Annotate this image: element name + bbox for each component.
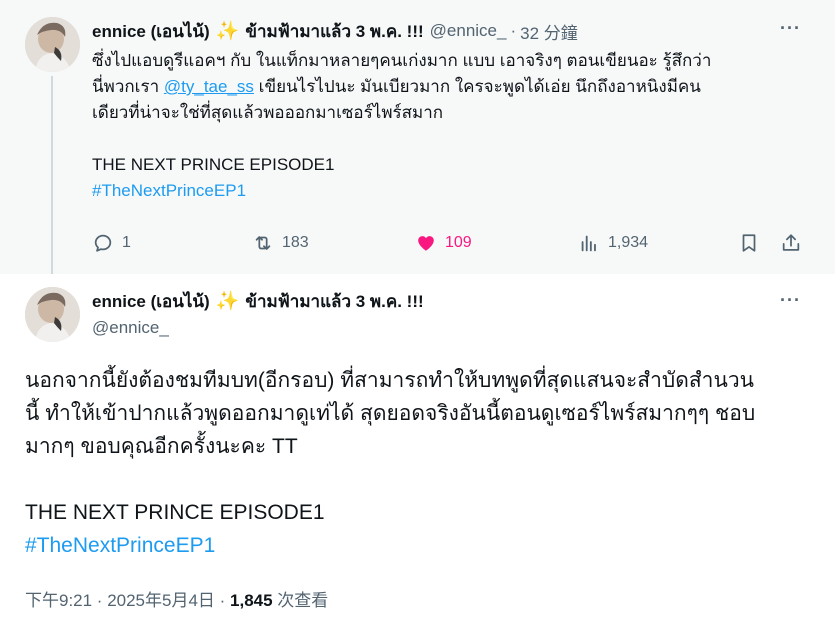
like-button[interactable]: 109	[415, 228, 472, 258]
text-fragment: นี่พวกเรา	[92, 77, 160, 96]
views-label: 次查看	[272, 591, 329, 610]
author-handle[interactable]: @ennice_	[92, 318, 169, 338]
repost-button[interactable]: 183	[252, 228, 309, 258]
action-bar: 1 183 109 1,934	[92, 228, 804, 258]
views-button[interactable]: 1,934	[578, 228, 648, 258]
separator-dot: ·	[510, 21, 517, 40]
share-icon	[782, 234, 800, 251]
tweet-text: นอกจากนี้ยังต้องชมทีมบท(อีกรอบ) ที่สามาร…	[25, 364, 815, 562]
views-icon	[581, 235, 596, 252]
bookmark-button[interactable]	[738, 228, 760, 258]
more-icon[interactable]: ···	[780, 290, 801, 311]
tweet-header: ennice (เอนไน้) ✨ ข้ามฟ้ามาแล้ว 3 พ.ค. !…	[92, 18, 578, 44]
parent-tweet[interactable]: ennice (เอนไน้) ✨ ข้ามฟ้ามาแล้ว 3 พ.ค. !…	[0, 0, 835, 274]
text-line: มากๆ ขอบคุณอีกครั้งนะคะ TT	[25, 435, 298, 458]
text-line: นอกจากนี้ยังต้องชมทีมบท(อีกรอบ) ที่สามาร…	[25, 369, 754, 392]
title-line: THE NEXT PRINCE EPISODE1	[92, 155, 335, 174]
sparkle-icon: ✨	[215, 291, 240, 312]
title-line: THE NEXT PRINCE EPISODE1	[25, 501, 325, 524]
text-fragment: เขียนไรไปนะ มันเบียวมาก ใครจะพูดได้เอ่ย …	[258, 77, 701, 96]
avatar[interactable]	[25, 17, 80, 72]
views-count: 1,845	[230, 591, 273, 610]
avatar-image	[25, 287, 80, 342]
tweet-header: ennice (เอนไน้) ✨ ข้ามฟ้ามาแล้ว 3 พ.ค. !…	[92, 288, 424, 314]
views-count: 1,934	[608, 234, 649, 251]
text-line: เดียวที่น่าจะใช่ที่สุดแล้วพอออกมาเซอร์ไพ…	[92, 103, 444, 122]
repost-icon	[255, 236, 271, 250]
author-name-suffix[interactable]: ข้ามฟ้ามาแล้ว 3 พ.ค. !!!	[245, 288, 423, 315]
hashtag-link[interactable]: #TheNextPrinceEP1	[25, 529, 815, 562]
like-icon	[418, 236, 434, 251]
like-count: 109	[445, 234, 472, 251]
reply-button[interactable]: 1	[92, 228, 131, 258]
tweet-text: ซึ่งไปแอบดูรีแอคฯ กับ ในแท็กมาหลายๆคนเก่…	[92, 48, 812, 204]
repost-count: 183	[282, 234, 309, 251]
bookmark-icon	[742, 234, 756, 252]
mention-link[interactable]: @ty_tae_ss	[164, 77, 254, 96]
avatar[interactable]	[25, 287, 80, 342]
tweet-time[interactable]: 32 分鐘	[520, 19, 578, 44]
avatar-image	[25, 17, 80, 72]
text-line: นี่พวกเรา @ty_tae_ss เขียนไรไปนะ มันเบีย…	[92, 74, 812, 100]
text-line: ซึ่งไปแอบดูรีแอคฯ กับ ในแท็กมาหลายๆคนเก่…	[92, 51, 712, 70]
tweet-meta: 下午9:21 · 2025年5月4日 · 1,845 次查看	[25, 586, 328, 611]
reply-count: 1	[122, 234, 131, 251]
sparkle-icon: ✨	[215, 21, 240, 42]
hashtag-link[interactable]: #TheNextPrinceEP1	[92, 178, 812, 204]
thread-connector	[51, 76, 53, 274]
tweet-timestamp[interactable]: 下午9:21 · 2025年5月4日 ·	[25, 591, 230, 610]
author-name[interactable]: ennice (เอนไน้)	[92, 288, 210, 315]
reply-icon	[94, 234, 112, 252]
text-line: นี้ ทำให้เข้าปากแล้วพูดออกมาดูเท่ได้ สุด…	[25, 402, 756, 425]
more-icon[interactable]: ···	[780, 18, 801, 39]
author-name[interactable]: ennice (เอนไน้)	[92, 18, 210, 45]
share-button[interactable]	[780, 228, 802, 258]
author-handle[interactable]: @ennice_	[430, 21, 507, 41]
author-name-suffix[interactable]: ข้ามฟ้ามาแล้ว 3 พ.ค. !!!	[245, 18, 423, 45]
